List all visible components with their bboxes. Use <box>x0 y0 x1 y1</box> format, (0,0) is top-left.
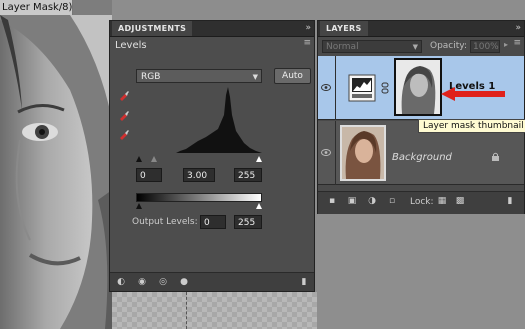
visibility-eye-icon[interactable]: ◉ <box>136 276 148 288</box>
levels-adjustment-icon[interactable] <box>348 74 376 102</box>
output-black-field[interactable]: 0 <box>200 215 226 229</box>
input-white-field[interactable]: 255 <box>234 168 262 182</box>
background-thumbnail[interactable] <box>340 125 386 181</box>
blend-mode-select[interactable]: Normal ▼ <box>322 40 422 53</box>
panel-menu-icon[interactable]: ≡ <box>303 38 311 48</box>
add-style-icon[interactable]: ▣ <box>346 195 358 207</box>
adjustments-footer: ◐ ◉ ◎ ● ▮ <box>110 272 314 291</box>
new-layer-icon[interactable]: ▫ <box>386 195 398 207</box>
levels-histogram <box>136 87 262 153</box>
white-input-handle[interactable] <box>256 156 262 162</box>
lock-icon <box>492 152 499 161</box>
layers-panel: LAYERS » Normal ▼ Opacity: 100% ▸ ≡ Leve… <box>317 20 525 214</box>
document-tab[interactable]: Layer Mask/8) * <box>0 0 73 15</box>
eye-icon[interactable] <box>321 149 331 156</box>
layer-name-background[interactable]: Background <box>392 152 452 163</box>
opacity-label: Opacity: <box>430 41 467 51</box>
lock-transparent-icon[interactable]: ▦ <box>436 195 448 207</box>
canvas-edge-guide <box>186 292 187 329</box>
layer-mask-thumbnail[interactable] <box>394 58 442 116</box>
callout-arrow-icon <box>441 87 505 101</box>
document-canvas[interactable]: Layer Mask/8) * <box>0 0 112 329</box>
auto-button[interactable]: Auto <box>274 68 311 84</box>
tab-adjustments[interactable]: ADJUSTMENTS <box>112 21 193 36</box>
gamma-input-handle[interactable] <box>151 156 157 162</box>
eye-icon[interactable] <box>321 84 331 91</box>
lock-label: Lock: <box>410 197 434 207</box>
lock-all-icon[interactable]: ▩ <box>454 195 466 207</box>
trash-icon[interactable]: ▮ <box>504 195 516 207</box>
return-to-list-icon[interactable]: ◐ <box>115 276 127 288</box>
output-levels-label: Output Levels: <box>132 217 198 227</box>
black-point-eyedropper-icon[interactable] <box>118 89 130 101</box>
mask-link-icon[interactable] <box>381 82 389 94</box>
adjustment-title: Levels <box>115 40 147 51</box>
adjustments-panel: ADJUSTMENTS » ≡ Levels RGB ▼ Auto 0 3.00… <box>109 20 315 292</box>
opacity-field[interactable]: 100% <box>470 40 500 53</box>
reset-icon[interactable]: ● <box>178 276 190 288</box>
tooltip: Layer mask thumbnail <box>418 119 525 133</box>
chevron-down-icon: ▼ <box>252 73 258 81</box>
visibility-toggle[interactable] <box>318 56 336 120</box>
white-point-eyedropper-icon[interactable] <box>118 128 130 140</box>
channel-value: RGB <box>141 72 161 82</box>
trash-icon[interactable]: ▮ <box>298 276 310 288</box>
panel-dock-background <box>317 214 525 329</box>
panel-menu-icon[interactable]: ≡ <box>513 38 521 48</box>
view-previous-icon[interactable]: ◎ <box>157 276 169 288</box>
gray-point-eyedropper-icon[interactable] <box>118 109 130 121</box>
black-output-handle[interactable] <box>136 203 142 209</box>
layers-footer: ▪ ▣ ◑ ▫ Lock: ▦ ▩ ▮ <box>318 191 524 214</box>
black-input-handle[interactable] <box>136 156 142 162</box>
input-gamma-field[interactable]: 3.00 <box>183 168 215 182</box>
output-white-field[interactable]: 255 <box>234 215 262 229</box>
input-black-field[interactable]: 0 <box>136 168 162 182</box>
visibility-toggle[interactable] <box>318 121 336 185</box>
opacity-arrow-icon[interactable]: ▸ <box>504 40 508 49</box>
chevron-down-icon: ▼ <box>412 43 418 51</box>
adjustment-layer-icon[interactable]: ◑ <box>366 195 378 207</box>
panel-collapse-icon[interactable]: » <box>305 21 311 36</box>
output-levels-slider[interactable] <box>136 202 262 209</box>
link-layers-icon[interactable]: ▪ <box>326 195 338 207</box>
output-gradient-bar <box>136 193 262 202</box>
portrait-photo <box>0 0 112 329</box>
tab-layers[interactable]: LAYERS <box>320 21 368 36</box>
adjustments-tabbar: ADJUSTMENTS » <box>110 21 314 37</box>
channel-select[interactable]: RGB ▼ <box>136 69 262 83</box>
white-output-handle[interactable] <box>256 203 262 209</box>
panel-collapse-icon[interactable]: » <box>515 21 521 36</box>
layers-tabbar: LAYERS » <box>318 21 524 37</box>
input-levels-slider[interactable] <box>136 154 262 162</box>
blend-mode-value: Normal <box>326 42 359 52</box>
transparent-canvas-area <box>112 292 317 329</box>
